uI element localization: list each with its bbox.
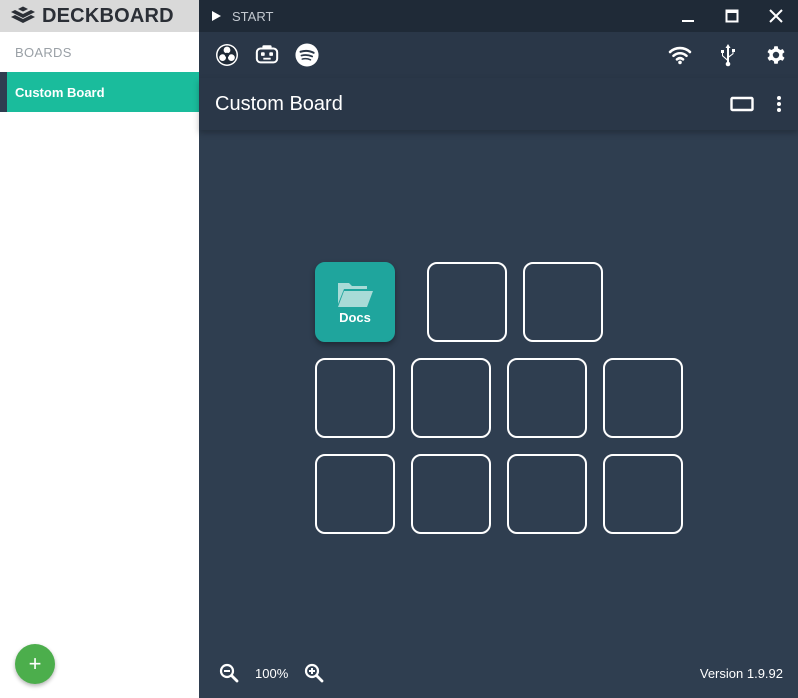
close-icon xyxy=(769,9,783,23)
key-label: Docs xyxy=(339,309,371,325)
footer-bar: 100% Version 1.9.92 xyxy=(199,648,798,698)
board-key-empty[interactable] xyxy=(411,358,491,438)
board-key-empty[interactable] xyxy=(427,262,507,342)
close-button[interactable] xyxy=(754,0,798,32)
integration-toolbar xyxy=(199,32,798,78)
zoom-in-icon[interactable] xyxy=(304,663,324,683)
version-label: Version 1.9.92 xyxy=(699,665,783,681)
zoom-out-icon[interactable] xyxy=(219,663,239,683)
deckboard-logo-icon xyxy=(11,6,35,23)
settings-button[interactable] xyxy=(764,43,788,67)
board-header: Custom Board xyxy=(199,78,798,130)
sidebar-item-custom-board[interactable]: Custom Board xyxy=(0,72,199,112)
start-button[interactable]: START xyxy=(199,9,273,24)
brand-header: DECKBOARD xyxy=(0,0,199,32)
sidebar: DECKBOARD BOARDS Custom Board + xyxy=(0,0,199,698)
wifi-icon xyxy=(668,46,692,65)
minimize-button[interactable] xyxy=(666,0,710,32)
board-key-empty[interactable] xyxy=(411,454,491,534)
streamlabs-icon xyxy=(255,45,279,64)
usb-icon xyxy=(721,44,735,67)
streamlabs-button[interactable] xyxy=(255,43,279,67)
board-key-docs[interactable]: Docs xyxy=(315,262,395,342)
add-board-button[interactable]: + xyxy=(15,644,55,684)
boards-section-label: BOARDS xyxy=(15,44,72,60)
toolbar-right-group xyxy=(644,43,798,67)
more-vertical-icon xyxy=(777,96,781,112)
board-key-empty[interactable] xyxy=(603,358,683,438)
wifi-button[interactable] xyxy=(668,43,692,67)
board-title: Custom Board xyxy=(215,92,343,115)
folder-icon xyxy=(338,282,373,307)
board-key-empty[interactable] xyxy=(507,358,587,438)
gear-icon xyxy=(767,46,785,64)
more-options-button[interactable] xyxy=(776,95,782,113)
brand-name: DECKBOARD xyxy=(42,4,174,27)
screen-icon xyxy=(730,96,754,112)
start-label: START xyxy=(232,8,274,24)
maximize-icon xyxy=(725,9,739,23)
play-icon xyxy=(212,11,221,21)
board-key-empty[interactable] xyxy=(603,454,683,534)
usb-button[interactable] xyxy=(716,43,740,67)
board-key-empty[interactable] xyxy=(523,262,603,342)
window-controls xyxy=(666,0,798,32)
spotify-button[interactable] xyxy=(295,43,319,67)
board-key-empty[interactable] xyxy=(507,454,587,534)
board-header-actions xyxy=(708,95,798,113)
zoom-level: 100% xyxy=(255,665,289,681)
title-bar: START xyxy=(199,0,798,32)
obs-icon xyxy=(216,44,238,66)
board-key-empty[interactable] xyxy=(315,454,395,534)
board-key-empty[interactable] xyxy=(315,358,395,438)
screen-mode-button[interactable] xyxy=(730,96,754,112)
minimize-icon xyxy=(682,20,694,22)
obs-button[interactable] xyxy=(215,43,239,67)
maximize-button[interactable] xyxy=(710,0,754,32)
spotify-icon xyxy=(295,43,319,67)
